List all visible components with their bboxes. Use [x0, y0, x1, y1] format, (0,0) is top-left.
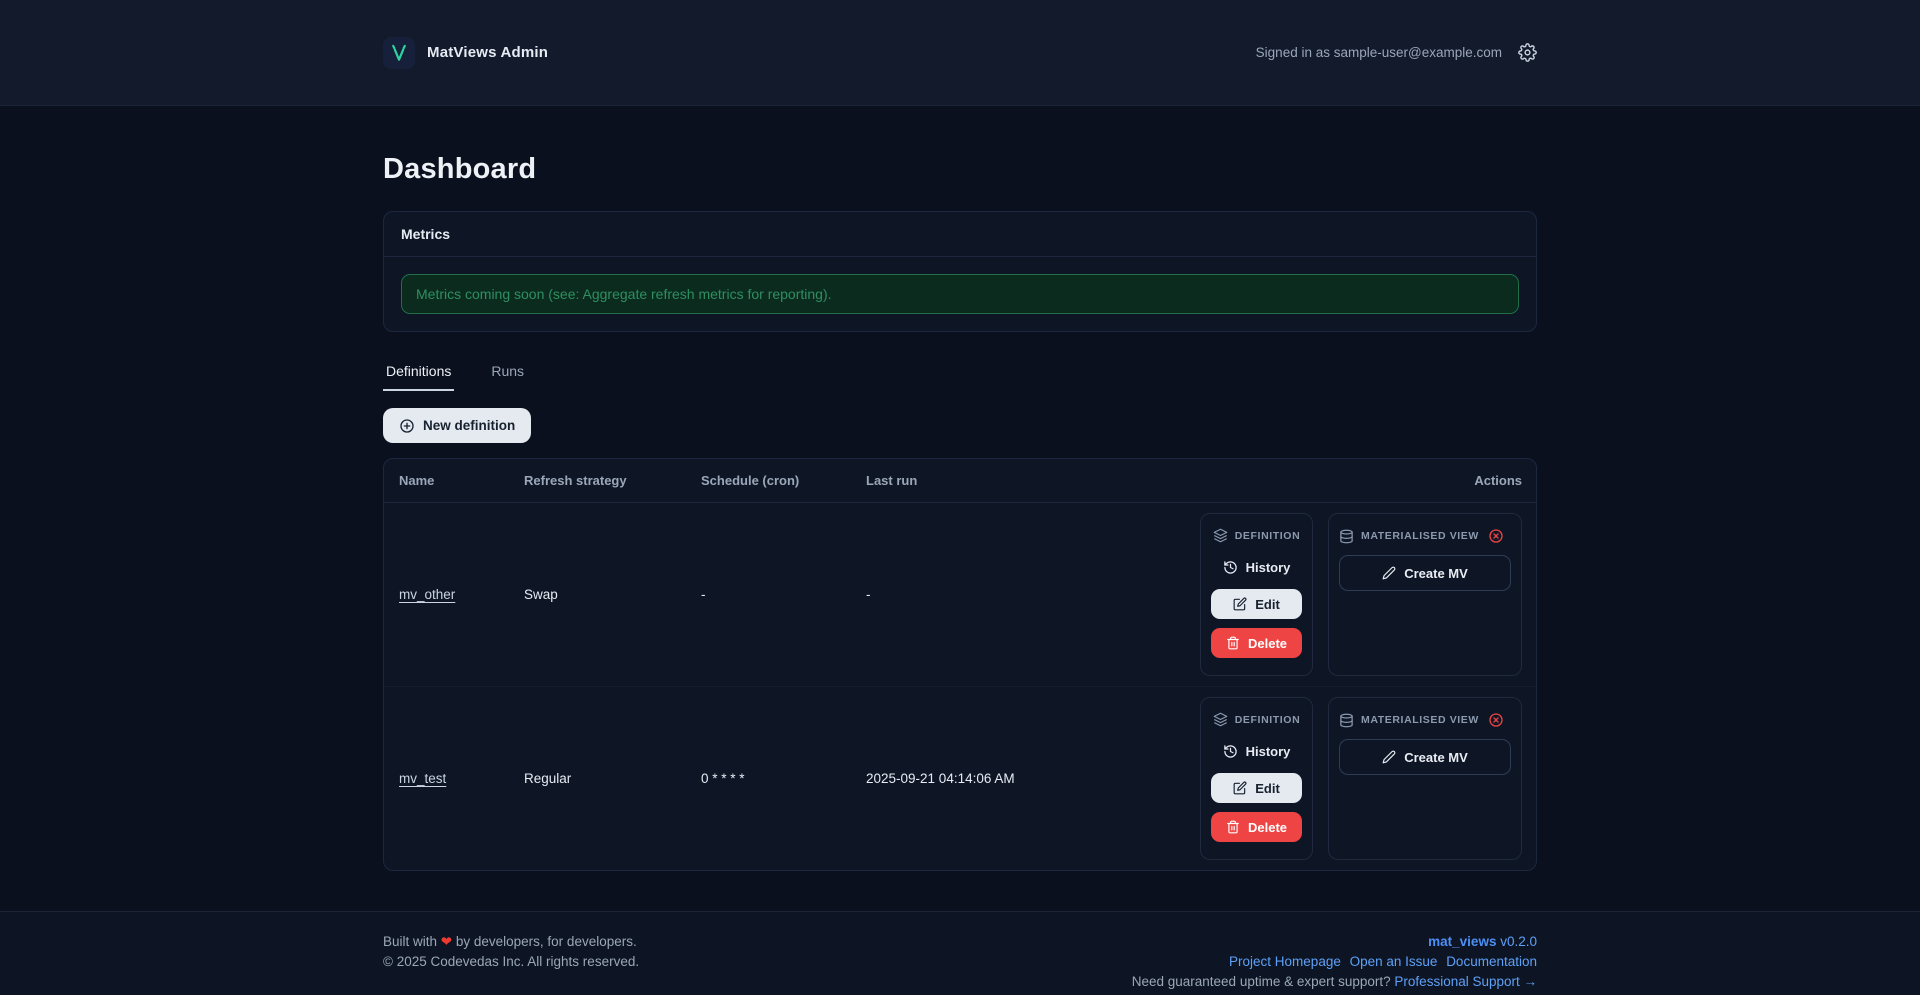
- definition-name-link[interactable]: mv_other: [399, 587, 455, 602]
- footer: Built with ❤ by developers, for develope…: [0, 911, 1920, 995]
- create-mv-button[interactable]: Create MV: [1339, 739, 1511, 775]
- version-link[interactable]: v0.2.0: [1500, 934, 1537, 949]
- settings-gear-icon[interactable]: [1518, 43, 1537, 62]
- layers-icon: [1213, 528, 1228, 543]
- history-icon: [1223, 560, 1238, 575]
- project-homepage-link[interactable]: Project Homepage: [1229, 954, 1341, 969]
- column-header-schedule: Schedule (cron): [701, 473, 866, 488]
- history-icon: [1223, 744, 1238, 759]
- metrics-card: Metrics Metrics coming soon (see: Aggreg…: [383, 211, 1537, 332]
- create-mv-button[interactable]: Create MV: [1339, 555, 1511, 591]
- schedule-value: -: [701, 587, 866, 602]
- plus-circle-icon: [399, 418, 415, 434]
- mv-missing-circle-x-icon: [1488, 528, 1504, 544]
- app-logo-icon: [383, 37, 415, 69]
- tab-list: Definitions Runs: [383, 359, 1537, 391]
- history-button[interactable]: History: [1211, 554, 1302, 580]
- trash-icon: [1226, 636, 1240, 650]
- mat-views-link[interactable]: mat_views: [1428, 934, 1496, 949]
- professional-support-link[interactable]: Professional Support →: [1394, 974, 1537, 989]
- definition-actions-card: DEFINITION History: [1200, 513, 1313, 676]
- definitions-table: Name Refresh strategy Schedule (cron) La…: [383, 458, 1537, 871]
- app-title: MatViews Admin: [427, 44, 548, 61]
- layers-icon: [1213, 712, 1228, 727]
- table-row: mv_test Regular 0 * * * * 2025-09-21 04:…: [384, 686, 1536, 870]
- definition-name-link[interactable]: mv_test: [399, 771, 446, 786]
- tab-definitions[interactable]: Definitions: [383, 359, 454, 391]
- delete-button[interactable]: Delete: [1211, 628, 1302, 658]
- edit-button[interactable]: Edit: [1211, 773, 1302, 803]
- signed-in-text: Signed in as sample-user@example.com: [1256, 45, 1502, 60]
- edit-icon: [1233, 781, 1247, 795]
- heart-icon: ❤: [441, 934, 452, 949]
- pencil-icon: [1382, 566, 1396, 580]
- column-header-strategy: Refresh strategy: [524, 473, 701, 488]
- page-title: Dashboard: [383, 153, 1537, 186]
- mv-missing-circle-x-icon: [1488, 712, 1504, 728]
- schedule-value: 0 * * * *: [701, 771, 866, 786]
- table-header-row: Name Refresh strategy Schedule (cron) La…: [384, 459, 1536, 503]
- footer-built-with: Built with ❤ by developers, for develope…: [383, 932, 639, 952]
- last-run-value: -: [866, 587, 1200, 602]
- database-icon: [1339, 529, 1354, 544]
- trash-icon: [1226, 820, 1240, 834]
- footer-support-line: Need guaranteed uptime & expert support?…: [1132, 972, 1537, 992]
- delete-button[interactable]: Delete: [1211, 812, 1302, 842]
- top-bar: MatViews Admin Signed in as sample-user@…: [0, 0, 1920, 106]
- definition-actions-card: DEFINITION History: [1200, 697, 1313, 860]
- last-run-value: 2025-09-21 04:14:06 AM: [866, 771, 1200, 786]
- metrics-coming-soon-alert: Metrics coming soon (see: Aggregate refr…: [401, 274, 1519, 314]
- brand: MatViews Admin: [383, 37, 548, 69]
- documentation-link[interactable]: Documentation: [1446, 954, 1537, 969]
- footer-copyright: © 2025 Codevedas Inc. All rights reserve…: [383, 952, 639, 972]
- database-icon: [1339, 713, 1354, 728]
- metrics-card-title: Metrics: [384, 212, 1536, 257]
- edit-button[interactable]: Edit: [1211, 589, 1302, 619]
- edit-icon: [1233, 597, 1247, 611]
- new-definition-button[interactable]: New definition: [383, 408, 531, 443]
- open-an-issue-link[interactable]: Open an Issue: [1350, 954, 1438, 969]
- footer-links-line: Project Homepage Open an Issue Documenta…: [1132, 952, 1537, 972]
- footer-version-line: mat_views v0.2.0: [1132, 932, 1537, 952]
- refresh-strategy-value: Swap: [524, 587, 701, 602]
- refresh-strategy-value: Regular: [524, 771, 701, 786]
- materialised-view-card: MATERIALISED VIEW: [1328, 513, 1522, 676]
- history-button[interactable]: History: [1211, 738, 1302, 764]
- table-row: mv_other Swap - - DEFINITION: [384, 503, 1536, 686]
- tab-runs[interactable]: Runs: [488, 359, 527, 391]
- materialised-view-card: MATERIALISED VIEW: [1328, 697, 1522, 860]
- column-header-actions: Actions: [1474, 473, 1522, 488]
- column-header-lastrun: Last run: [866, 473, 1474, 488]
- pencil-icon: [1382, 750, 1396, 764]
- column-header-name: Name: [399, 473, 524, 488]
